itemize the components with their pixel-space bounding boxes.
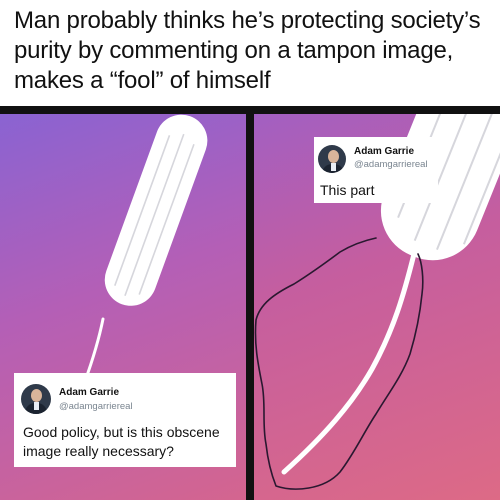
tweet-text: This part (320, 182, 375, 198)
tampon-string-zoomed (281, 251, 417, 475)
tweet-author-name[interactable]: Adam Garrie (59, 387, 119, 398)
tweet-author-handle[interactable]: @adamgarriereal (59, 401, 133, 412)
avatar-collar (331, 163, 336, 171)
tweet-author-name[interactable]: Adam Garrie (354, 146, 414, 157)
avatar-head (31, 389, 42, 402)
tweet-author-handle[interactable]: @adamgarriereal (354, 159, 428, 170)
avatar-collar (34, 402, 39, 410)
meme-headline: Man probably thinks he’s protecting soci… (14, 7, 481, 94)
avatar[interactable] (318, 145, 346, 173)
avatar[interactable] (21, 384, 51, 414)
tweet-text: Good policy, but is this obscene image r… (23, 424, 220, 459)
avatar-head (328, 150, 339, 163)
tweet-card-right[interactable]: Adam Garrie @adamgarriereal This part (314, 137, 438, 203)
tweet-card-left[interactable]: Adam Garrie @adamgarriereal Good policy,… (14, 373, 236, 467)
hand-drawn-outline (254, 237, 424, 490)
tampon-body (104, 114, 208, 306)
